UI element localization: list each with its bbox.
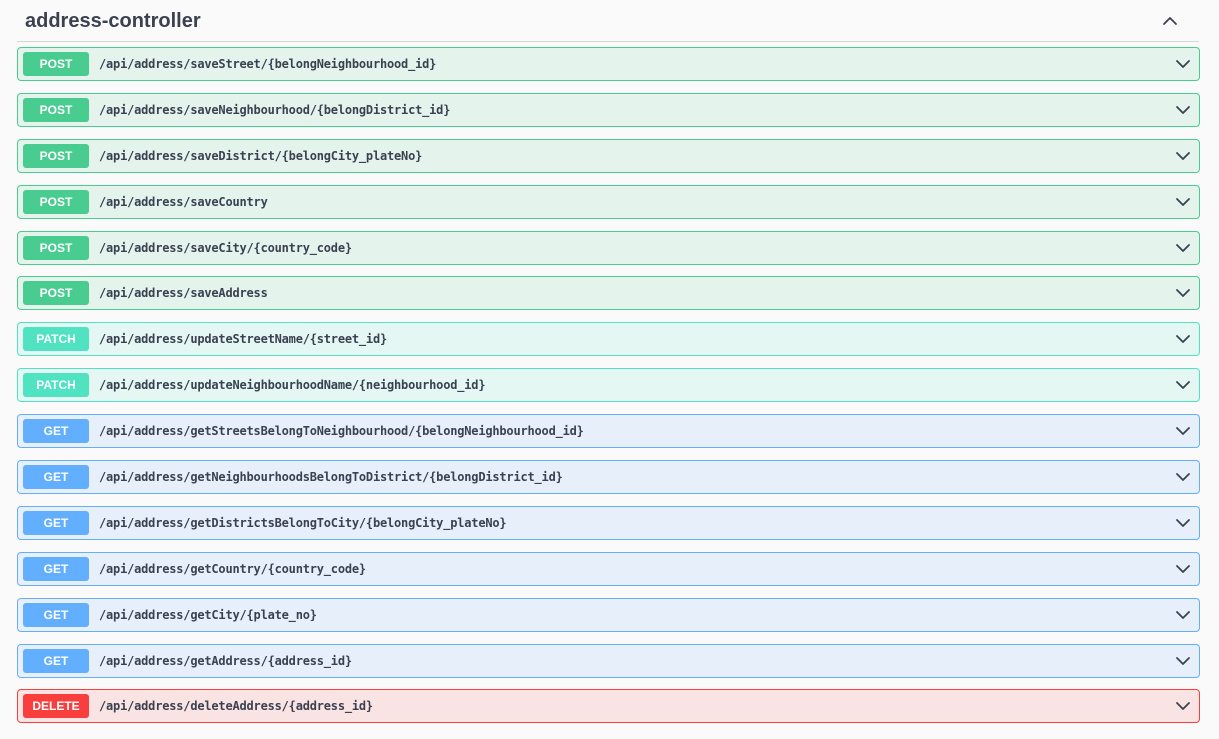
method-badge: PATCH xyxy=(23,327,89,352)
method-badge: GET xyxy=(23,556,89,581)
endpoint-path: /api/address/updateNeighbourhoodName/{ne… xyxy=(99,378,486,393)
chevron-down-icon[interactable] xyxy=(1175,423,1191,439)
chevron-down-icon[interactable] xyxy=(1175,240,1191,256)
chevron-down-icon[interactable] xyxy=(1175,285,1191,301)
operation-row-post[interactable]: POST/api/address/saveNeighbourhood/{belo… xyxy=(17,92,1200,127)
section-title: address-controller xyxy=(25,10,201,32)
operation-row-post[interactable]: POST/api/address/saveAddress xyxy=(17,276,1200,311)
chevron-down-icon[interactable] xyxy=(1175,515,1191,531)
method-badge: POST xyxy=(23,189,89,214)
method-badge: POST xyxy=(23,97,89,122)
method-badge: GET xyxy=(23,419,89,444)
section-header[interactable]: address-controller xyxy=(17,0,1199,42)
chevron-down-icon[interactable] xyxy=(1175,102,1191,118)
chevron-down-icon[interactable] xyxy=(1175,607,1191,623)
operation-row-post[interactable]: POST/api/address/saveCountry xyxy=(17,184,1200,219)
method-badge: POST xyxy=(23,52,89,76)
swagger-tag-section: address-controller POST/api/address/save… xyxy=(0,0,1219,739)
chevron-down-icon[interactable] xyxy=(1175,698,1191,714)
collapse-button[interactable] xyxy=(1159,10,1181,32)
operation-row-get[interactable]: GET/api/address/getNeighbourhoodsBelongT… xyxy=(17,460,1200,495)
method-badge: GET xyxy=(23,602,89,627)
operation-row-get[interactable]: GET/api/address/getStreetsBelongToNeighb… xyxy=(17,414,1200,449)
endpoint-path: /api/address/deleteAddress/{address_id} xyxy=(99,699,373,714)
endpoint-path: /api/address/saveAddress xyxy=(99,286,268,301)
endpoint-path: /api/address/getStreetsBelongToNeighbour… xyxy=(99,424,584,439)
chevron-down-icon[interactable] xyxy=(1175,56,1191,72)
endpoint-path: /api/address/saveStreet/{belongNeighbour… xyxy=(99,57,437,71)
operations-list: POST/api/address/saveStreet/{belongNeigh… xyxy=(17,47,1200,735)
method-badge: GET xyxy=(23,648,89,673)
chevron-down-icon[interactable] xyxy=(1175,194,1191,210)
endpoint-path: /api/address/saveDistrict/{belongCity_pl… xyxy=(99,148,423,163)
operation-row-patch[interactable]: PATCH/api/address/updateNeighbourhoodNam… xyxy=(17,368,1200,403)
endpoint-path: /api/address/getDistrictsBelongToCity/{b… xyxy=(99,515,507,530)
endpoint-path: /api/address/getAddress/{address_id} xyxy=(99,653,352,668)
endpoint-path: /api/address/updateStreetName/{street_id… xyxy=(99,332,388,347)
chevron-down-icon[interactable] xyxy=(1175,148,1191,164)
operation-row-post[interactable]: POST/api/address/saveStreet/{belongNeigh… xyxy=(17,47,1200,81)
operation-row-get[interactable]: GET/api/address/getCountry/{country_code… xyxy=(17,551,1200,586)
method-badge: POST xyxy=(23,143,89,168)
endpoint-path: /api/address/saveCity/{country_code} xyxy=(99,240,352,255)
operation-row-get[interactable]: GET/api/address/getCity/{plate_no} xyxy=(17,597,1200,632)
chevron-down-icon[interactable] xyxy=(1175,377,1191,393)
operation-row-post[interactable]: POST/api/address/saveDistrict/{belongCit… xyxy=(17,138,1200,173)
operation-row-patch[interactable]: PATCH/api/address/updateStreetName/{stre… xyxy=(17,322,1200,357)
method-badge: GET xyxy=(23,510,89,535)
operation-row-delete[interactable]: DELETE/api/address/deleteAddress/{addres… xyxy=(17,689,1200,724)
chevron-up-icon xyxy=(1163,17,1177,25)
chevron-down-icon[interactable] xyxy=(1175,561,1191,577)
endpoint-path: /api/address/saveCountry xyxy=(99,194,268,209)
endpoint-path: /api/address/getCity/{plate_no} xyxy=(99,607,317,622)
operation-row-get[interactable]: GET/api/address/getAddress/{address_id} xyxy=(17,643,1200,678)
method-badge: POST xyxy=(23,281,89,306)
endpoint-path: /api/address/saveNeighbourhood/{belongDi… xyxy=(99,102,451,117)
operation-row-get[interactable]: GET/api/address/getDistrictsBelongToCity… xyxy=(17,505,1200,540)
chevron-down-icon[interactable] xyxy=(1175,653,1191,669)
chevron-down-icon[interactable] xyxy=(1175,469,1191,485)
method-badge: PATCH xyxy=(23,373,89,398)
method-badge: GET xyxy=(23,465,89,490)
endpoint-path: /api/address/getCountry/{country_code} xyxy=(99,561,366,576)
method-badge: POST xyxy=(23,235,89,260)
method-badge: DELETE xyxy=(23,694,89,719)
operation-row-post[interactable]: POST/api/address/saveCity/{country_code} xyxy=(17,230,1200,265)
endpoint-path: /api/address/getNeighbourhoodsBelongToDi… xyxy=(99,470,563,485)
chevron-down-icon[interactable] xyxy=(1175,331,1191,347)
